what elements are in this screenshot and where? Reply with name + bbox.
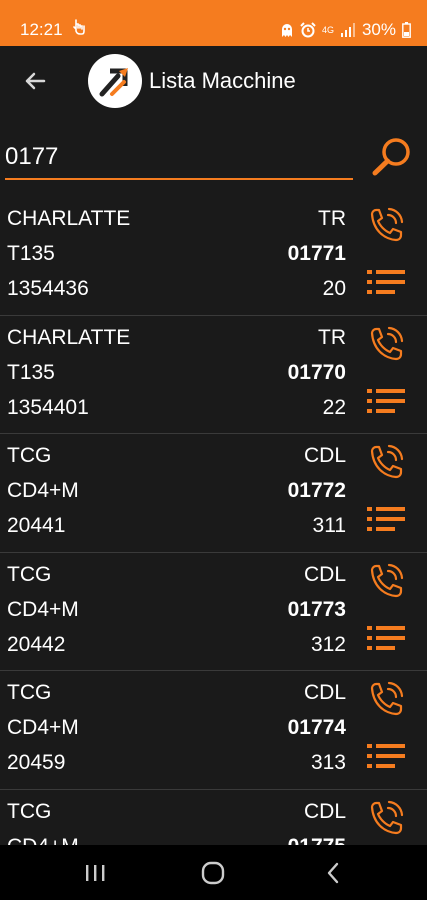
list-icon bbox=[367, 270, 405, 294]
app-bar: Lista Macchine bbox=[0, 46, 427, 116]
list-icon bbox=[367, 388, 405, 413]
ghost-notification-icon bbox=[281, 24, 292, 37]
phone-ringing-icon bbox=[370, 207, 404, 242]
machine-model: CD4+M bbox=[7, 479, 79, 502]
list-icon bbox=[367, 744, 405, 768]
list-item[interactable]: CHARLATTE TR T135 01771 1354436 20 bbox=[0, 197, 427, 316]
back-button[interactable] bbox=[20, 66, 50, 96]
machine-code: CDL bbox=[303, 444, 346, 467]
battery-icon bbox=[402, 22, 411, 38]
machine-brand: TCG bbox=[7, 562, 52, 586]
list-icon bbox=[367, 625, 405, 650]
machine-number: 01771 bbox=[287, 242, 346, 265]
status-right: 4G 30% bbox=[280, 20, 411, 40]
machine-number: 01772 bbox=[287, 479, 346, 502]
recent-apps-icon bbox=[86, 865, 105, 881]
machine-serial: 20441 bbox=[7, 514, 66, 537]
list-icon bbox=[367, 507, 405, 531]
app-logo bbox=[88, 54, 142, 108]
phone-ringing-icon bbox=[370, 563, 404, 597]
phone-ringing-icon bbox=[370, 444, 404, 479]
call-button[interactable] bbox=[365, 561, 407, 603]
details-button[interactable] bbox=[366, 267, 406, 299]
home-button[interactable] bbox=[198, 859, 228, 887]
machine-list: CHARLATTE TR T135 01771 1354436 20 CHARL… bbox=[0, 197, 427, 845]
alarm-icon bbox=[300, 22, 316, 38]
machine-brand: CHARLATTE bbox=[7, 325, 131, 349]
machine-serial: 1354401 bbox=[7, 395, 89, 419]
nav-back-button[interactable] bbox=[318, 859, 348, 887]
touch-gesture-icon bbox=[72, 19, 86, 39]
status-bar: 12:21 4G 30% bbox=[0, 0, 427, 46]
machine-code: CDL bbox=[303, 799, 346, 823]
phone-ringing-icon bbox=[370, 681, 404, 716]
machine-serial: 1354436 bbox=[7, 277, 89, 300]
network-type: 4G bbox=[321, 24, 334, 35]
details-button[interactable] bbox=[366, 504, 406, 536]
list-item[interactable]: TCG CDL CD4+M 01772 20441 311 bbox=[0, 434, 427, 553]
machine-qty: 311 bbox=[312, 514, 346, 537]
call-button[interactable] bbox=[365, 205, 407, 247]
machine-brand: TCG bbox=[7, 681, 52, 704]
machine-model: T135 bbox=[7, 360, 55, 384]
search-button[interactable] bbox=[370, 135, 414, 179]
call-button[interactable] bbox=[365, 442, 407, 484]
phone-ringing-icon bbox=[370, 800, 404, 834]
machine-number: 01773 bbox=[287, 597, 346, 621]
page-title: Lista Macchine bbox=[149, 68, 296, 93]
machine-brand: CHARLATTE bbox=[7, 207, 131, 230]
machine-qty: 20 bbox=[322, 277, 346, 300]
machine-code: CDL bbox=[303, 681, 346, 704]
chevron-left-icon bbox=[327, 862, 339, 884]
list-item[interactable]: CHARLATTE TR T135 01770 1354401 22 bbox=[0, 316, 427, 434]
list-item[interactable]: TCG CDL CD4+M 01775 bbox=[0, 790, 427, 846]
machine-qty: 22 bbox=[322, 395, 346, 419]
recent-apps-button[interactable] bbox=[80, 859, 110, 887]
list-item[interactable]: TCG CDL CD4+M 01773 20442 312 bbox=[0, 553, 427, 671]
machine-qty: 313 bbox=[310, 751, 346, 774]
call-button[interactable] bbox=[365, 324, 407, 366]
details-button[interactable] bbox=[366, 623, 406, 655]
machine-model: T135 bbox=[7, 242, 55, 265]
status-time: 12:21 bbox=[20, 20, 63, 39]
machine-model: CD4+M bbox=[7, 835, 79, 846]
arrow-left-icon bbox=[25, 72, 46, 90]
search-input[interactable] bbox=[5, 136, 353, 180]
list-item[interactable]: TCG CDL CD4+M 01774 20459 313 bbox=[0, 671, 427, 790]
machine-code: CDL bbox=[303, 562, 346, 586]
battery-percent: 30% bbox=[361, 20, 396, 39]
machine-model: CD4+M bbox=[7, 597, 79, 621]
details-button[interactable] bbox=[366, 386, 406, 418]
machine-brand: TCG bbox=[7, 444, 52, 467]
phone-ringing-icon bbox=[370, 326, 404, 360]
machine-number: 01775 bbox=[288, 835, 346, 846]
home-icon bbox=[201, 861, 225, 885]
system-nav-bar bbox=[0, 845, 427, 900]
machine-number: 01770 bbox=[287, 360, 346, 384]
machine-brand: TCG bbox=[7, 799, 52, 823]
details-button[interactable] bbox=[366, 741, 406, 773]
machine-qty: 312 bbox=[310, 632, 346, 656]
machine-serial: 20442 bbox=[7, 632, 66, 656]
machine-code: TR bbox=[318, 325, 346, 349]
machine-code: TR bbox=[318, 207, 346, 230]
call-button[interactable] bbox=[365, 679, 407, 721]
call-button[interactable] bbox=[365, 798, 407, 840]
search-bar bbox=[0, 130, 427, 186]
machine-serial: 20459 bbox=[7, 751, 66, 774]
signal-icon bbox=[340, 23, 355, 37]
machine-model: CD4+M bbox=[7, 716, 79, 739]
magnifier-icon bbox=[372, 138, 410, 176]
machine-number: 01774 bbox=[287, 716, 346, 739]
